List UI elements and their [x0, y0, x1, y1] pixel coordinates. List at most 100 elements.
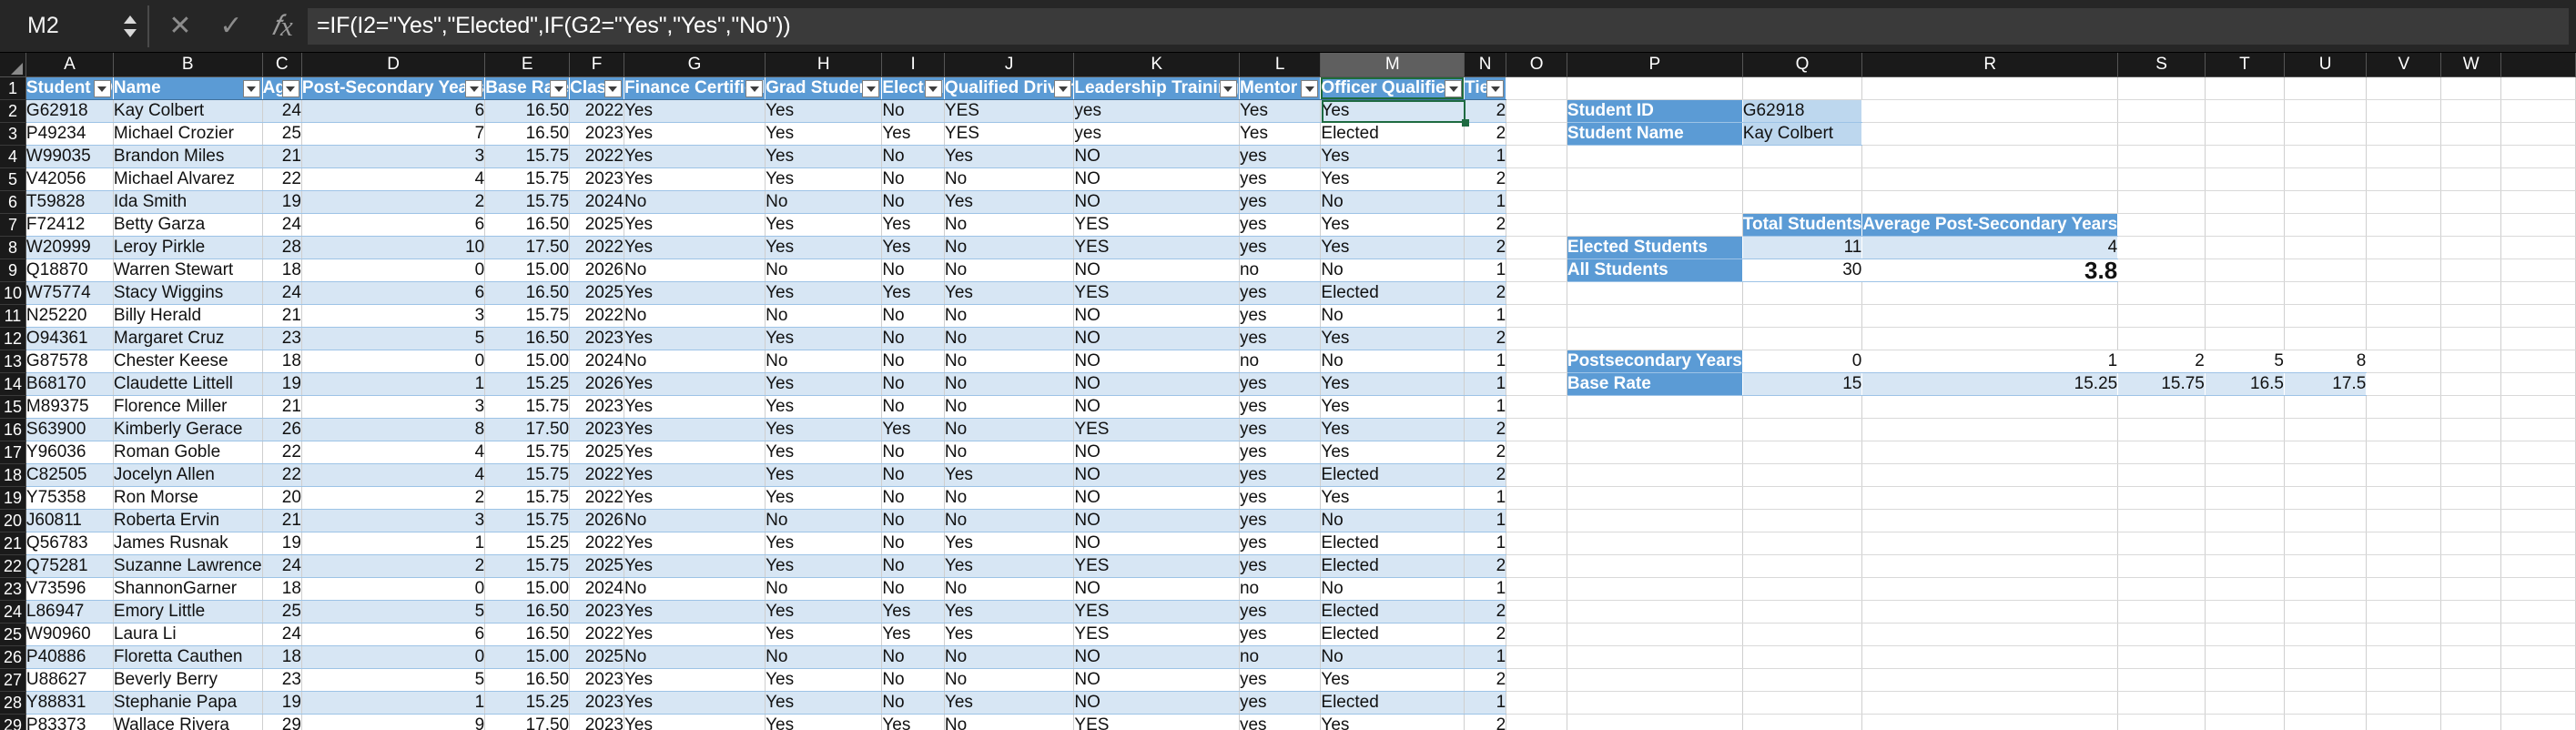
cell-empty[interactable]: [1742, 463, 1863, 487]
column-filter-header-post-secondary-years[interactable]: Post-Secondary Years: [301, 76, 486, 100]
cell-name[interactable]: ShannonGarner: [113, 577, 263, 601]
table-row[interactable]: 23 V73596 ShannonGarner 18 0 15.00 2024 No No No N…: [0, 577, 2576, 601]
cell-empty[interactable]: [1742, 714, 1863, 730]
cell-empty[interactable]: [2500, 190, 2576, 214]
cell-empty[interactable]: [1506, 281, 1567, 305]
cell-empty[interactable]: [1861, 99, 2119, 123]
cell-empty[interactable]: [1861, 167, 2119, 191]
cell-officer-qualified[interactable]: Elected: [1320, 281, 1465, 305]
cell-base-rate[interactable]: 16.50: [484, 281, 571, 305]
cell-mentor[interactable]: yes: [1239, 145, 1322, 168]
cell-empty[interactable]: [2366, 486, 2442, 510]
fill-handle[interactable]: [1461, 118, 1469, 127]
row-header-28[interactable]: 28: [0, 691, 26, 715]
cell-name[interactable]: Beverly Berry: [113, 668, 263, 692]
cell-finance-certified[interactable]: Yes: [624, 418, 766, 441]
column-filter-header-grad-student[interactable]: Grad Student: [765, 76, 883, 100]
column-filter-header-age[interactable]: Age: [262, 76, 302, 100]
cell-base-rate[interactable]: 15.25: [484, 691, 571, 715]
cell-empty[interactable]: [2117, 167, 2206, 191]
table-row[interactable]: 4 W99035 Brandon Miles 21 3 15.75 2022 Yes Yes No…: [0, 145, 2576, 168]
cell-base-rate[interactable]: 16.50: [484, 668, 571, 692]
spreadsheet-grid[interactable]: A B C D E F G H I J K L M N O P Q R S T: [0, 53, 2576, 730]
cell-empty[interactable]: [1567, 486, 1743, 510]
cell-mentor[interactable]: yes: [1239, 395, 1322, 419]
cell-empty[interactable]: [1567, 623, 1743, 646]
cell-empty[interactable]: [2205, 691, 2285, 715]
cell-mentor[interactable]: no: [1239, 577, 1322, 601]
cell-age[interactable]: 18: [262, 577, 302, 601]
cell[interactable]: [2117, 76, 2206, 100]
cell-empty[interactable]: [1506, 167, 1567, 191]
cell-grad-student[interactable]: Yes: [765, 532, 883, 555]
cell-empty[interactable]: [1506, 122, 1567, 146]
cell-empty[interactable]: [2205, 600, 2285, 624]
cell-base-rate[interactable]: 15.75: [484, 190, 571, 214]
cell-empty[interactable]: [2440, 167, 2502, 191]
cell-mentor[interactable]: yes: [1239, 441, 1322, 464]
cell-age[interactable]: 24: [262, 99, 302, 123]
cell-empty[interactable]: [1742, 167, 1863, 191]
cell-name[interactable]: Chester Keese: [113, 350, 263, 373]
cell-post-secondary-years[interactable]: 5: [301, 668, 486, 692]
cell-leadership-training[interactable]: YES: [1073, 281, 1240, 305]
cell-empty[interactable]: [2205, 236, 2285, 259]
cell-grad-student[interactable]: Yes: [765, 145, 883, 168]
cell-empty[interactable]: [1567, 600, 1743, 624]
cell-base-rate[interactable]: 15.75: [484, 304, 571, 328]
cell-finance-certified[interactable]: Yes: [624, 281, 766, 305]
cell-base-rate[interactable]: 15.00: [484, 645, 571, 669]
cell-class[interactable]: 2026: [569, 372, 624, 396]
cell-empty[interactable]: [2500, 418, 2576, 441]
summary-elected-average[interactable]: 4: [1861, 236, 2119, 259]
cell-finance-certified[interactable]: Yes: [624, 122, 766, 146]
row-header-27[interactable]: 27: [0, 668, 26, 692]
cell-qualified-driver[interactable]: Yes: [944, 600, 1075, 624]
cell-finance-certified[interactable]: No: [624, 259, 766, 282]
cell-empty[interactable]: [2440, 441, 2502, 464]
cell-student-id[interactable]: C82505: [25, 463, 114, 487]
column-header-O[interactable]: O: [1506, 53, 1567, 77]
cell-post-secondary-years[interactable]: 0: [301, 645, 486, 669]
cell-empty[interactable]: [1861, 486, 2119, 510]
cell-empty[interactable]: [2205, 418, 2285, 441]
column-header-T[interactable]: T: [2205, 53, 2285, 77]
cell-officer-qualified[interactable]: Yes: [1320, 145, 1465, 168]
cell-empty[interactable]: [2366, 259, 2442, 282]
cell-base-rate[interactable]: 16.50: [484, 623, 571, 646]
cell-name[interactable]: Stephanie Papa: [113, 691, 263, 715]
cell-post-secondary-years[interactable]: 0: [301, 577, 486, 601]
cell-leadership-training[interactable]: NO: [1073, 645, 1240, 669]
table-row[interactable]: 16 S63900 Kimberly Gerace 26 8 17.50 2023 Yes Ye…: [0, 418, 2576, 441]
cell-officer-qualified[interactable]: No: [1320, 645, 1465, 669]
cell-class[interactable]: 2026: [569, 509, 624, 532]
cell-name[interactable]: Warren Stewart: [113, 259, 263, 282]
cell[interactable]: [1742, 76, 1863, 100]
cell-tier[interactable]: 2: [1464, 463, 1507, 487]
cell-name[interactable]: Jocelyn Allen: [113, 463, 263, 487]
cell-name[interactable]: Florence Miller: [113, 395, 263, 419]
cell-grad-student[interactable]: Yes: [765, 486, 883, 510]
cell-tier[interactable]: 1: [1464, 532, 1507, 555]
cell-age[interactable]: 24: [262, 554, 302, 578]
cell-student-id[interactable]: V42056: [25, 167, 114, 191]
cell-grad-student[interactable]: Yes: [765, 554, 883, 578]
filter-dropdown-icon[interactable]: [924, 80, 942, 97]
cell-empty[interactable]: [2284, 145, 2368, 168]
cell-empty[interactable]: [2500, 99, 2576, 123]
cell-empty[interactable]: [1506, 213, 1567, 237]
cell-empty[interactable]: [2284, 714, 2368, 730]
cell-empty[interactable]: [1742, 554, 1863, 578]
cell-grad-student[interactable]: Yes: [765, 167, 883, 191]
cell-student-id[interactable]: W20999: [25, 236, 114, 259]
cell-elected[interactable]: No: [881, 441, 945, 464]
cell-name[interactable]: Floretta Cauthen: [113, 645, 263, 669]
cell-empty[interactable]: [2205, 122, 2285, 146]
column-header-G[interactable]: G: [624, 53, 766, 77]
cell-empty[interactable]: [2500, 714, 2576, 730]
cell-empty[interactable]: [2284, 122, 2368, 146]
cell-empty[interactable]: [2117, 509, 2206, 532]
cell-empty[interactable]: [2366, 532, 2442, 555]
cell-officer-qualified[interactable]: No: [1320, 509, 1465, 532]
cell-finance-certified[interactable]: No: [624, 645, 766, 669]
